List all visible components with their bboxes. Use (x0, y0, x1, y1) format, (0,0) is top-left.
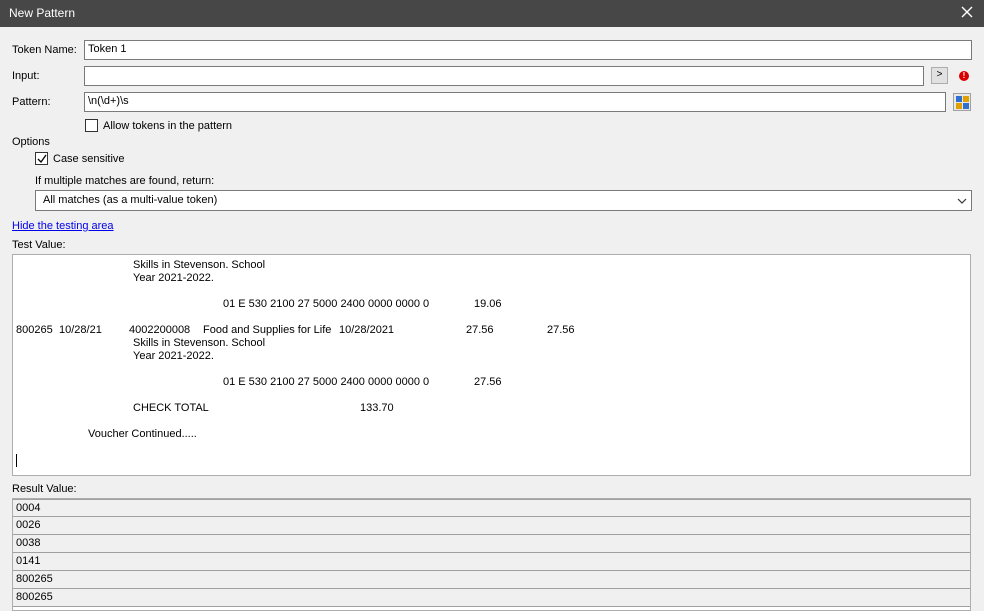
checkmark-icon (37, 154, 47, 164)
multiple-matches-select[interactable]: All matches (as a multi-value token) (35, 190, 972, 211)
result-value-list[interactable]: 0004 0026 0038 0141 800265 800265 (12, 498, 971, 611)
test-line: 10/28/21 (59, 324, 102, 336)
test-line: 27.56 (474, 376, 502, 388)
list-item[interactable]: 0026 (13, 517, 970, 535)
options-heading: Options (12, 136, 50, 148)
list-item[interactable]: 800265 (13, 589, 970, 607)
test-line: 27.56 (466, 324, 494, 336)
list-item[interactable]: 800265 (13, 571, 970, 589)
error-icon: ! (959, 71, 969, 81)
pattern-label: Pattern: (12, 96, 51, 108)
allow-tokens-checkbox[interactable] (85, 119, 98, 132)
hide-testing-area-link[interactable]: Hide the testing area (12, 220, 114, 232)
token-name-field[interactable]: Token 1 (84, 40, 972, 60)
test-line: Year 2021-2022. (133, 272, 214, 284)
test-line: 01 E 530 2100 27 5000 2400 0000 0000 0 (223, 376, 430, 388)
test-line: Skills in Stevenson. School (133, 259, 266, 271)
test-line: Year 2021-2022. (133, 350, 214, 362)
window-title: New Pattern (9, 6, 76, 20)
token-name-label: Token Name: (12, 44, 77, 56)
test-value-label: Test Value: (12, 239, 66, 251)
text-caret (16, 454, 17, 467)
test-line: 19.06 (474, 298, 502, 310)
list-item[interactable]: 0141 (13, 553, 970, 571)
pattern-builder-icon[interactable] (953, 93, 971, 111)
test-line: 4002200008 (129, 324, 191, 336)
list-item[interactable]: 0004 (13, 499, 970, 517)
multiple-matches-label: If multiple matches are found, return: (35, 175, 215, 187)
list-item[interactable]: 0038 (13, 535, 970, 553)
test-line: CHECK TOTAL (133, 402, 209, 414)
allow-tokens-label: Allow tokens in the pattern (103, 120, 233, 132)
test-line: Voucher Continued..... (88, 428, 197, 440)
test-line: 800265 (16, 324, 53, 336)
test-line: 01 E 530 2100 27 5000 2400 0000 0000 0 (223, 298, 430, 310)
test-line: Food and Supplies for Life (203, 324, 332, 336)
test-line: 133.70 (360, 402, 394, 414)
title-bar: New Pattern (0, 0, 984, 27)
input-label: Input: (12, 70, 40, 82)
run-input-button[interactable]: > (931, 67, 948, 84)
multiple-matches-value: All matches (as a multi-value token) (43, 194, 218, 206)
close-icon[interactable] (958, 3, 976, 21)
input-field[interactable] (84, 66, 924, 86)
test-line: 27.56 (547, 324, 575, 336)
test-value-textarea[interactable]: Skills in Stevenson. School Year 2021-20… (12, 254, 971, 476)
case-sensitive-label: Case sensitive (53, 153, 125, 165)
chevron-down-icon (957, 196, 967, 208)
pattern-field[interactable]: \n(\d+)\s (84, 92, 946, 112)
case-sensitive-checkbox[interactable] (35, 152, 48, 165)
test-line: 10/28/2021 (339, 324, 395, 336)
test-line: Skills in Stevenson. School (133, 337, 266, 349)
result-value-label: Result Value: (12, 483, 77, 495)
